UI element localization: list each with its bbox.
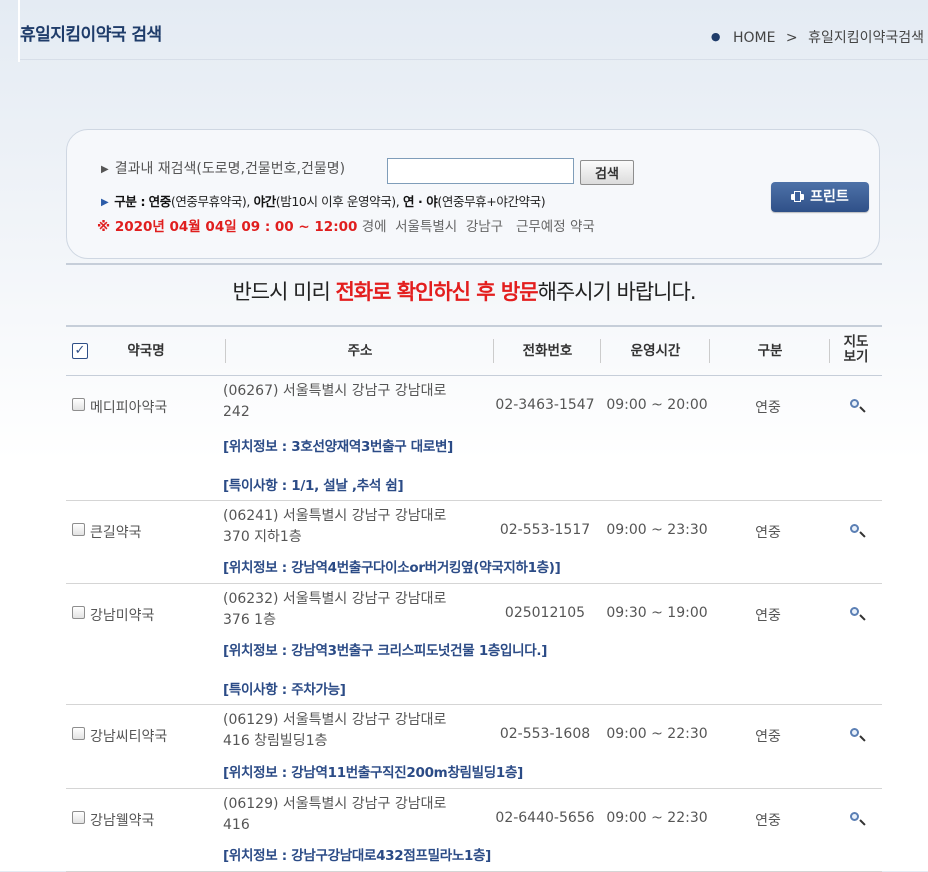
location-info: [위치정보 : 3호선양재역3번출구 대로변] xyxy=(223,439,454,455)
print-button[interactable]: 프린트 xyxy=(771,182,869,212)
pharmacy-hours: 09:00 ~ 22:30 xyxy=(606,726,708,742)
pharmacy-name: 메디피아약국 xyxy=(90,400,168,416)
pharmacy-name: 큰길약국 xyxy=(90,525,142,541)
row-checkbox[interactable] xyxy=(72,523,85,536)
search-label-row: ▶ 결과내 재검색(도로명,건물번호,건물명) xyxy=(101,158,345,178)
search-panel: ▶ 결과내 재검색(도로명,건물번호,건물명) 검색 ▶ 구분 : 연중(연중무휴약… xyxy=(66,129,880,259)
pharmacy-table: ✓ 약국명 주소 전화번호 운영시간 구분 지도 보기 메디피아약국 (06267… xyxy=(66,325,882,872)
table-row: 강남씨티약국 (06129) 서울특별시 강남구 강남대로 416 창림빌딩1층 … xyxy=(66,705,882,789)
legend-type-annual-desc: (연중무휴약국), xyxy=(170,194,251,209)
column-header-hours: 운영시간 xyxy=(601,327,710,375)
magnifier-map-icon[interactable] xyxy=(849,606,865,622)
breadcrumb: ● HOME > 휴일지킴이약국검색 xyxy=(711,27,924,47)
breadcrumb-separator: > xyxy=(785,30,798,46)
legend-type-both: 연 · 야 xyxy=(402,194,438,209)
print-button-label: 프린트 xyxy=(810,189,849,205)
pharmacy-type: 연중 xyxy=(755,729,781,745)
magnifier-map-icon[interactable] xyxy=(849,811,865,827)
table-row: 큰길약국 (06241) 서울특별시 강남구 강남대로 370 지하1층 02-5… xyxy=(66,501,882,584)
breadcrumb-current: 휴일지킴이약국검색 xyxy=(808,30,924,46)
pharmacy-phone: 025012105 xyxy=(504,605,586,621)
special-note: [특이사항 : 1/1, 설날 ,추석 쉼] xyxy=(223,478,404,494)
table-row: 강남웰약국 (06129) 서울특별시 강남구 강남대로 416 02-6440-… xyxy=(66,789,882,872)
pharmacy-hours: 09:00 ~ 23:30 xyxy=(606,522,708,538)
magnifier-map-icon[interactable] xyxy=(849,398,865,414)
notice-divider xyxy=(66,263,882,265)
row-checkbox[interactable] xyxy=(72,398,85,411)
pharmacy-type: 연중 xyxy=(755,608,781,624)
row-checkbox[interactable] xyxy=(72,606,85,619)
table-row: 메디피아약국 (06267) 서울특별시 강남구 강남대로 242 02-3463… xyxy=(66,376,882,501)
legend-prefix: 구분 : xyxy=(114,194,146,209)
column-header-phone: 전화번호 xyxy=(494,327,601,375)
magnifier-map-icon[interactable] xyxy=(849,727,865,743)
table-header: ✓ 약국명 주소 전화번호 운영시간 구분 지도 보기 xyxy=(66,325,882,376)
location-info: [위치정보 : 강남역4번출구다이소or버거킹옆(약국지하1층)] xyxy=(223,560,561,576)
triangle-bullet-icon: ▶ xyxy=(101,197,109,208)
column-header-type: 구분 xyxy=(710,327,830,375)
breadcrumb-home-link[interactable]: HOME xyxy=(733,30,775,46)
notice-text-after: 해주시기 바랍니다. xyxy=(537,280,697,304)
pharmacy-hours: 09:00 ~ 22:30 xyxy=(606,810,708,826)
condition-district: 강남구 xyxy=(465,219,504,235)
location-info: [위치정보 : 강남역11번출구직진200m창림빌딩1층] xyxy=(223,765,524,781)
pharmacy-phone: 02-3463-1547 xyxy=(495,397,595,413)
pharmacy-address: (06241) 서울특별시 강남구 강남대로 370 지하1층 xyxy=(223,508,447,545)
pharmacy-type: 연중 xyxy=(755,400,781,416)
pharmacy-address: (06129) 서울특별시 강남구 강남대로 416 xyxy=(223,796,447,833)
row-checkbox[interactable] xyxy=(72,727,85,740)
pharmacy-phone: 02-553-1608 xyxy=(499,726,591,742)
location-info: [위치정보 : 강남구강남대로432점프밀라노1층] xyxy=(223,848,492,864)
page-title: 휴일지킴이약국 검색 xyxy=(20,25,162,45)
pharmacy-hours: 09:00 ~ 20:00 xyxy=(606,397,708,413)
legend-type-night: 야간 xyxy=(253,194,277,209)
pharmacy-name: 강남웰약국 xyxy=(90,813,155,829)
legend-type-annual: 연중 xyxy=(148,194,172,209)
pharmacy-type: 연중 xyxy=(755,525,781,541)
legend-type-night-desc: (밤10시 이후 운영약국), xyxy=(275,194,400,209)
column-header-address: 주소 xyxy=(226,327,494,375)
special-note: [특이사항 : 주차가능] xyxy=(223,682,346,698)
notice-highlight: 전화로 확인하신 후 방문 xyxy=(335,280,538,304)
triangle-bullet-icon: ▶ xyxy=(101,164,109,175)
category-legend: ▶ 구분 : 연중(연중무휴약국), 야간(밤10시 이후 운영약국), 연 · … xyxy=(101,191,546,210)
condition-datetime: ※ 2020년 04월 04일 09 : 00 ~ 12:00 xyxy=(97,219,358,235)
pharmacy-hours: 09:30 ~ 19:00 xyxy=(606,605,708,621)
condition-city: 서울특별시 xyxy=(395,219,458,235)
pharmacy-type: 연중 xyxy=(755,813,781,829)
search-condition: ※ 2020년 04월 04일 09 : 00 ~ 12:00 경에 서울특별시… xyxy=(97,215,595,235)
pharmacy-name: 강남미약국 xyxy=(90,608,155,624)
search-button[interactable]: 검색 xyxy=(580,160,634,185)
row-checkbox[interactable] xyxy=(72,811,85,824)
pharmacy-phone: 02-553-1517 xyxy=(499,522,591,538)
pharmacy-phone: 02-6440-5656 xyxy=(495,810,595,826)
pharmacy-address: (06232) 서울특별시 강남구 강남대로 376 1층 xyxy=(223,591,447,628)
column-header-map: 지도 보기 xyxy=(843,334,869,365)
table-row: 강남미약국 (06232) 서울특별시 강남구 강남대로 376 1층 02501… xyxy=(66,584,882,705)
search-label: 결과내 재검색(도로명,건물번호,건물명) xyxy=(114,161,346,177)
location-info: [위치정보 : 강남역3번출구 크리스피도넛건물 1층입니다.] xyxy=(223,643,548,659)
printer-icon xyxy=(791,191,805,202)
column-header-name: 약국명 xyxy=(66,327,226,375)
condition-suffix: 경에 xyxy=(361,219,387,235)
pharmacy-address: (06129) 서울특별시 강남구 강남대로 416 창림빌딩1층 xyxy=(223,712,447,749)
search-input[interactable] xyxy=(387,158,574,184)
notice-text-before: 반드시 미리 xyxy=(232,280,336,304)
header-divider xyxy=(20,59,928,60)
bullet-icon: ● xyxy=(710,30,721,43)
magnifier-map-icon[interactable] xyxy=(849,523,865,539)
condition-status: 근무예정 약국 xyxy=(515,219,595,235)
pharmacy-address: (06267) 서울특별시 강남구 강남대로 242 xyxy=(223,383,447,420)
visit-notice: 반드시 미리 전화로 확인하신 후 방문해주시기 바랍니다. xyxy=(0,276,928,306)
pharmacy-name: 강남씨티약국 xyxy=(90,729,168,745)
legend-type-both-desc: (연중무휴+야간약국) xyxy=(437,194,546,209)
